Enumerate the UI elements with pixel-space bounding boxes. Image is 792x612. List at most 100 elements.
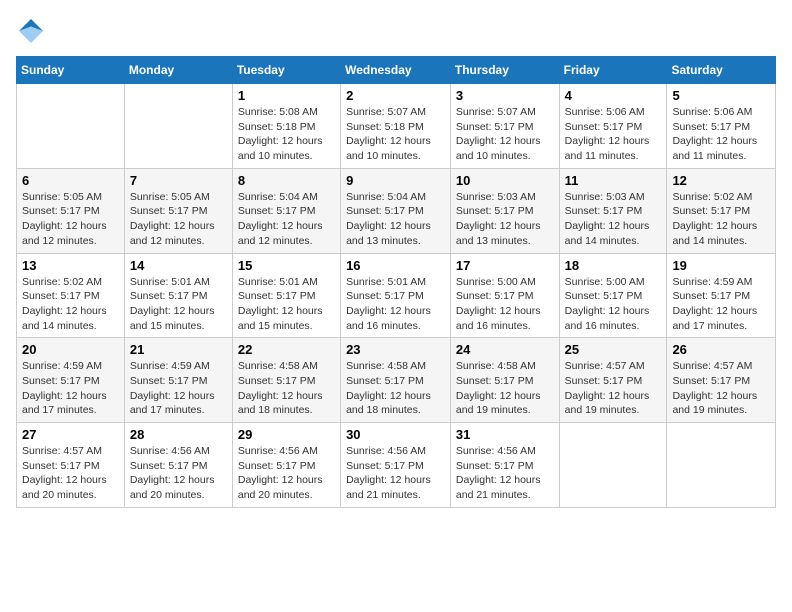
day-info: Sunrise: 5:04 AM Sunset: 5:17 PM Dayligh… [238, 190, 335, 249]
calendar-cell: 1Sunrise: 5:08 AM Sunset: 5:18 PM Daylig… [232, 84, 340, 169]
calendar-header: SundayMondayTuesdayWednesdayThursdayFrid… [17, 57, 776, 84]
calendar-cell: 6 Sunrise: 5:05 AM Sunset: 5:17 PM Daylig… [17, 168, 125, 253]
day-info: Sunrise: 4:59 AM Sunset: 5:17 PM Dayligh… [672, 275, 770, 334]
calendar-cell: 9 Sunrise: 5:04 AM Sunset: 5:17 PM Daylig… [341, 168, 451, 253]
day-info: Sunrise: 5:00 AM Sunset: 5:17 PM Dayligh… [456, 275, 554, 334]
calendar-cell: 20 Sunrise: 4:59 AM Sunset: 5:17 PM Dayli… [17, 338, 125, 423]
day-info: Sunrise: 5:05 AM Sunset: 5:17 PM Dayligh… [22, 190, 119, 249]
calendar-week-row: 1Sunrise: 5:08 AM Sunset: 5:18 PM Daylig… [17, 84, 776, 169]
calendar-week-row: 20 Sunrise: 4:59 AM Sunset: 5:17 PM Dayli… [17, 338, 776, 423]
day-info: Sunrise: 4:59 AM Sunset: 5:17 PM Dayligh… [22, 359, 119, 418]
day-info: Sunrise: 4:56 AM Sunset: 5:17 PM Dayligh… [238, 444, 335, 503]
calendar-cell [124, 84, 232, 169]
calendar-cell: 2 Sunrise: 5:07 AM Sunset: 5:18 PM Daylig… [341, 84, 451, 169]
day-info: Sunrise: 5:00 AM Sunset: 5:17 PM Dayligh… [565, 275, 662, 334]
logo-icon [16, 16, 46, 46]
day-number: 17 [456, 258, 554, 273]
day-number: 15 [238, 258, 335, 273]
logo [16, 16, 50, 46]
calendar-cell [559, 423, 667, 508]
weekday-header: Tuesday [232, 57, 340, 84]
calendar-cell: 15Sunrise: 5:01 AM Sunset: 5:17 PM Dayli… [232, 253, 340, 338]
day-info: Sunrise: 4:58 AM Sunset: 5:17 PM Dayligh… [456, 359, 554, 418]
day-number: 27 [22, 427, 119, 442]
day-number: 31 [456, 427, 554, 442]
day-info: Sunrise: 5:02 AM Sunset: 5:17 PM Dayligh… [22, 275, 119, 334]
calendar-cell [17, 84, 125, 169]
calendar-cell: 30Sunrise: 4:56 AM Sunset: 5:17 PM Dayli… [341, 423, 451, 508]
calendar-cell: 26 Sunrise: 4:57 AM Sunset: 5:17 PM Dayli… [667, 338, 776, 423]
day-number: 12 [672, 173, 770, 188]
day-info: Sunrise: 5:03 AM Sunset: 5:17 PM Dayligh… [456, 190, 554, 249]
day-info: Sunrise: 5:04 AM Sunset: 5:17 PM Dayligh… [346, 190, 445, 249]
calendar-cell: 27 Sunrise: 4:57 AM Sunset: 5:17 PM Dayli… [17, 423, 125, 508]
calendar-cell: 16 Sunrise: 5:01 AM Sunset: 5:17 PM Dayli… [341, 253, 451, 338]
day-number: 22 [238, 342, 335, 357]
day-info: Sunrise: 4:57 AM Sunset: 5:17 PM Dayligh… [672, 359, 770, 418]
day-info: Sunrise: 5:06 AM Sunset: 5:17 PM Dayligh… [672, 105, 770, 164]
day-number: 10 [456, 173, 554, 188]
day-info: Sunrise: 4:58 AM Sunset: 5:17 PM Dayligh… [346, 359, 445, 418]
calendar-cell: 4Sunrise: 5:06 AM Sunset: 5:17 PM Daylig… [559, 84, 667, 169]
day-number: 9 [346, 173, 445, 188]
day-number: 14 [130, 258, 227, 273]
day-info: Sunrise: 5:03 AM Sunset: 5:17 PM Dayligh… [565, 190, 662, 249]
calendar-cell: 14 Sunrise: 5:01 AM Sunset: 5:17 PM Dayli… [124, 253, 232, 338]
calendar-cell: 25Sunrise: 4:57 AM Sunset: 5:17 PM Dayli… [559, 338, 667, 423]
day-number: 2 [346, 88, 445, 103]
calendar-cell: 24Sunrise: 4:58 AM Sunset: 5:17 PM Dayli… [450, 338, 559, 423]
weekday-header: Wednesday [341, 57, 451, 84]
day-info: Sunrise: 5:05 AM Sunset: 5:17 PM Dayligh… [130, 190, 227, 249]
day-number: 20 [22, 342, 119, 357]
calendar-cell: 21Sunrise: 4:59 AM Sunset: 5:17 PM Dayli… [124, 338, 232, 423]
day-info: Sunrise: 5:07 AM Sunset: 5:18 PM Dayligh… [346, 105, 445, 164]
calendar-cell: 23 Sunrise: 4:58 AM Sunset: 5:17 PM Dayli… [341, 338, 451, 423]
day-info: Sunrise: 4:56 AM Sunset: 5:17 PM Dayligh… [346, 444, 445, 503]
day-number: 13 [22, 258, 119, 273]
calendar-week-row: 6 Sunrise: 5:05 AM Sunset: 5:17 PM Daylig… [17, 168, 776, 253]
day-info: Sunrise: 4:56 AM Sunset: 5:17 PM Dayligh… [130, 444, 227, 503]
calendar-week-row: 27 Sunrise: 4:57 AM Sunset: 5:17 PM Dayli… [17, 423, 776, 508]
weekday-header: Sunday [17, 57, 125, 84]
day-info: Sunrise: 5:02 AM Sunset: 5:17 PM Dayligh… [672, 190, 770, 249]
calendar-body: 1Sunrise: 5:08 AM Sunset: 5:18 PM Daylig… [17, 84, 776, 508]
day-info: Sunrise: 4:57 AM Sunset: 5:17 PM Dayligh… [22, 444, 119, 503]
day-info: Sunrise: 5:07 AM Sunset: 5:17 PM Dayligh… [456, 105, 554, 164]
day-number: 18 [565, 258, 662, 273]
day-number: 4 [565, 88, 662, 103]
day-number: 5 [672, 88, 770, 103]
calendar-cell: 10 Sunrise: 5:03 AM Sunset: 5:17 PM Dayli… [450, 168, 559, 253]
calendar-cell: 5 Sunrise: 5:06 AM Sunset: 5:17 PM Daylig… [667, 84, 776, 169]
day-info: Sunrise: 4:58 AM Sunset: 5:17 PM Dayligh… [238, 359, 335, 418]
day-number: 26 [672, 342, 770, 357]
calendar-table: SundayMondayTuesdayWednesdayThursdayFrid… [16, 56, 776, 508]
page-header [16, 16, 776, 46]
day-number: 23 [346, 342, 445, 357]
calendar-cell: 29 Sunrise: 4:56 AM Sunset: 5:17 PM Dayli… [232, 423, 340, 508]
calendar-cell: 12 Sunrise: 5:02 AM Sunset: 5:17 PM Dayli… [667, 168, 776, 253]
day-number: 19 [672, 258, 770, 273]
day-info: Sunrise: 5:01 AM Sunset: 5:17 PM Dayligh… [346, 275, 445, 334]
day-number: 6 [22, 173, 119, 188]
day-info: Sunrise: 5:01 AM Sunset: 5:17 PM Dayligh… [130, 275, 227, 334]
day-info: Sunrise: 4:56 AM Sunset: 5:17 PM Dayligh… [456, 444, 554, 503]
header-row: SundayMondayTuesdayWednesdayThursdayFrid… [17, 57, 776, 84]
calendar-cell: 28Sunrise: 4:56 AM Sunset: 5:17 PM Dayli… [124, 423, 232, 508]
calendar-cell: 7 Sunrise: 5:05 AM Sunset: 5:17 PM Daylig… [124, 168, 232, 253]
day-number: 3 [456, 88, 554, 103]
calendar-cell: 19 Sunrise: 4:59 AM Sunset: 5:17 PM Dayli… [667, 253, 776, 338]
day-number: 7 [130, 173, 227, 188]
calendar-cell: 3 Sunrise: 5:07 AM Sunset: 5:17 PM Daylig… [450, 84, 559, 169]
day-info: Sunrise: 5:08 AM Sunset: 5:18 PM Dayligh… [238, 105, 335, 164]
calendar-cell: 8Sunrise: 5:04 AM Sunset: 5:17 PM Daylig… [232, 168, 340, 253]
day-info: Sunrise: 4:59 AM Sunset: 5:17 PM Dayligh… [130, 359, 227, 418]
weekday-header: Thursday [450, 57, 559, 84]
day-number: 29 [238, 427, 335, 442]
calendar-cell: 31 Sunrise: 4:56 AM Sunset: 5:17 PM Dayli… [450, 423, 559, 508]
calendar-week-row: 13 Sunrise: 5:02 AM Sunset: 5:17 PM Dayli… [17, 253, 776, 338]
day-number: 16 [346, 258, 445, 273]
day-number: 11 [565, 173, 662, 188]
weekday-header: Monday [124, 57, 232, 84]
weekday-header: Saturday [667, 57, 776, 84]
calendar-cell: 22 Sunrise: 4:58 AM Sunset: 5:17 PM Dayli… [232, 338, 340, 423]
